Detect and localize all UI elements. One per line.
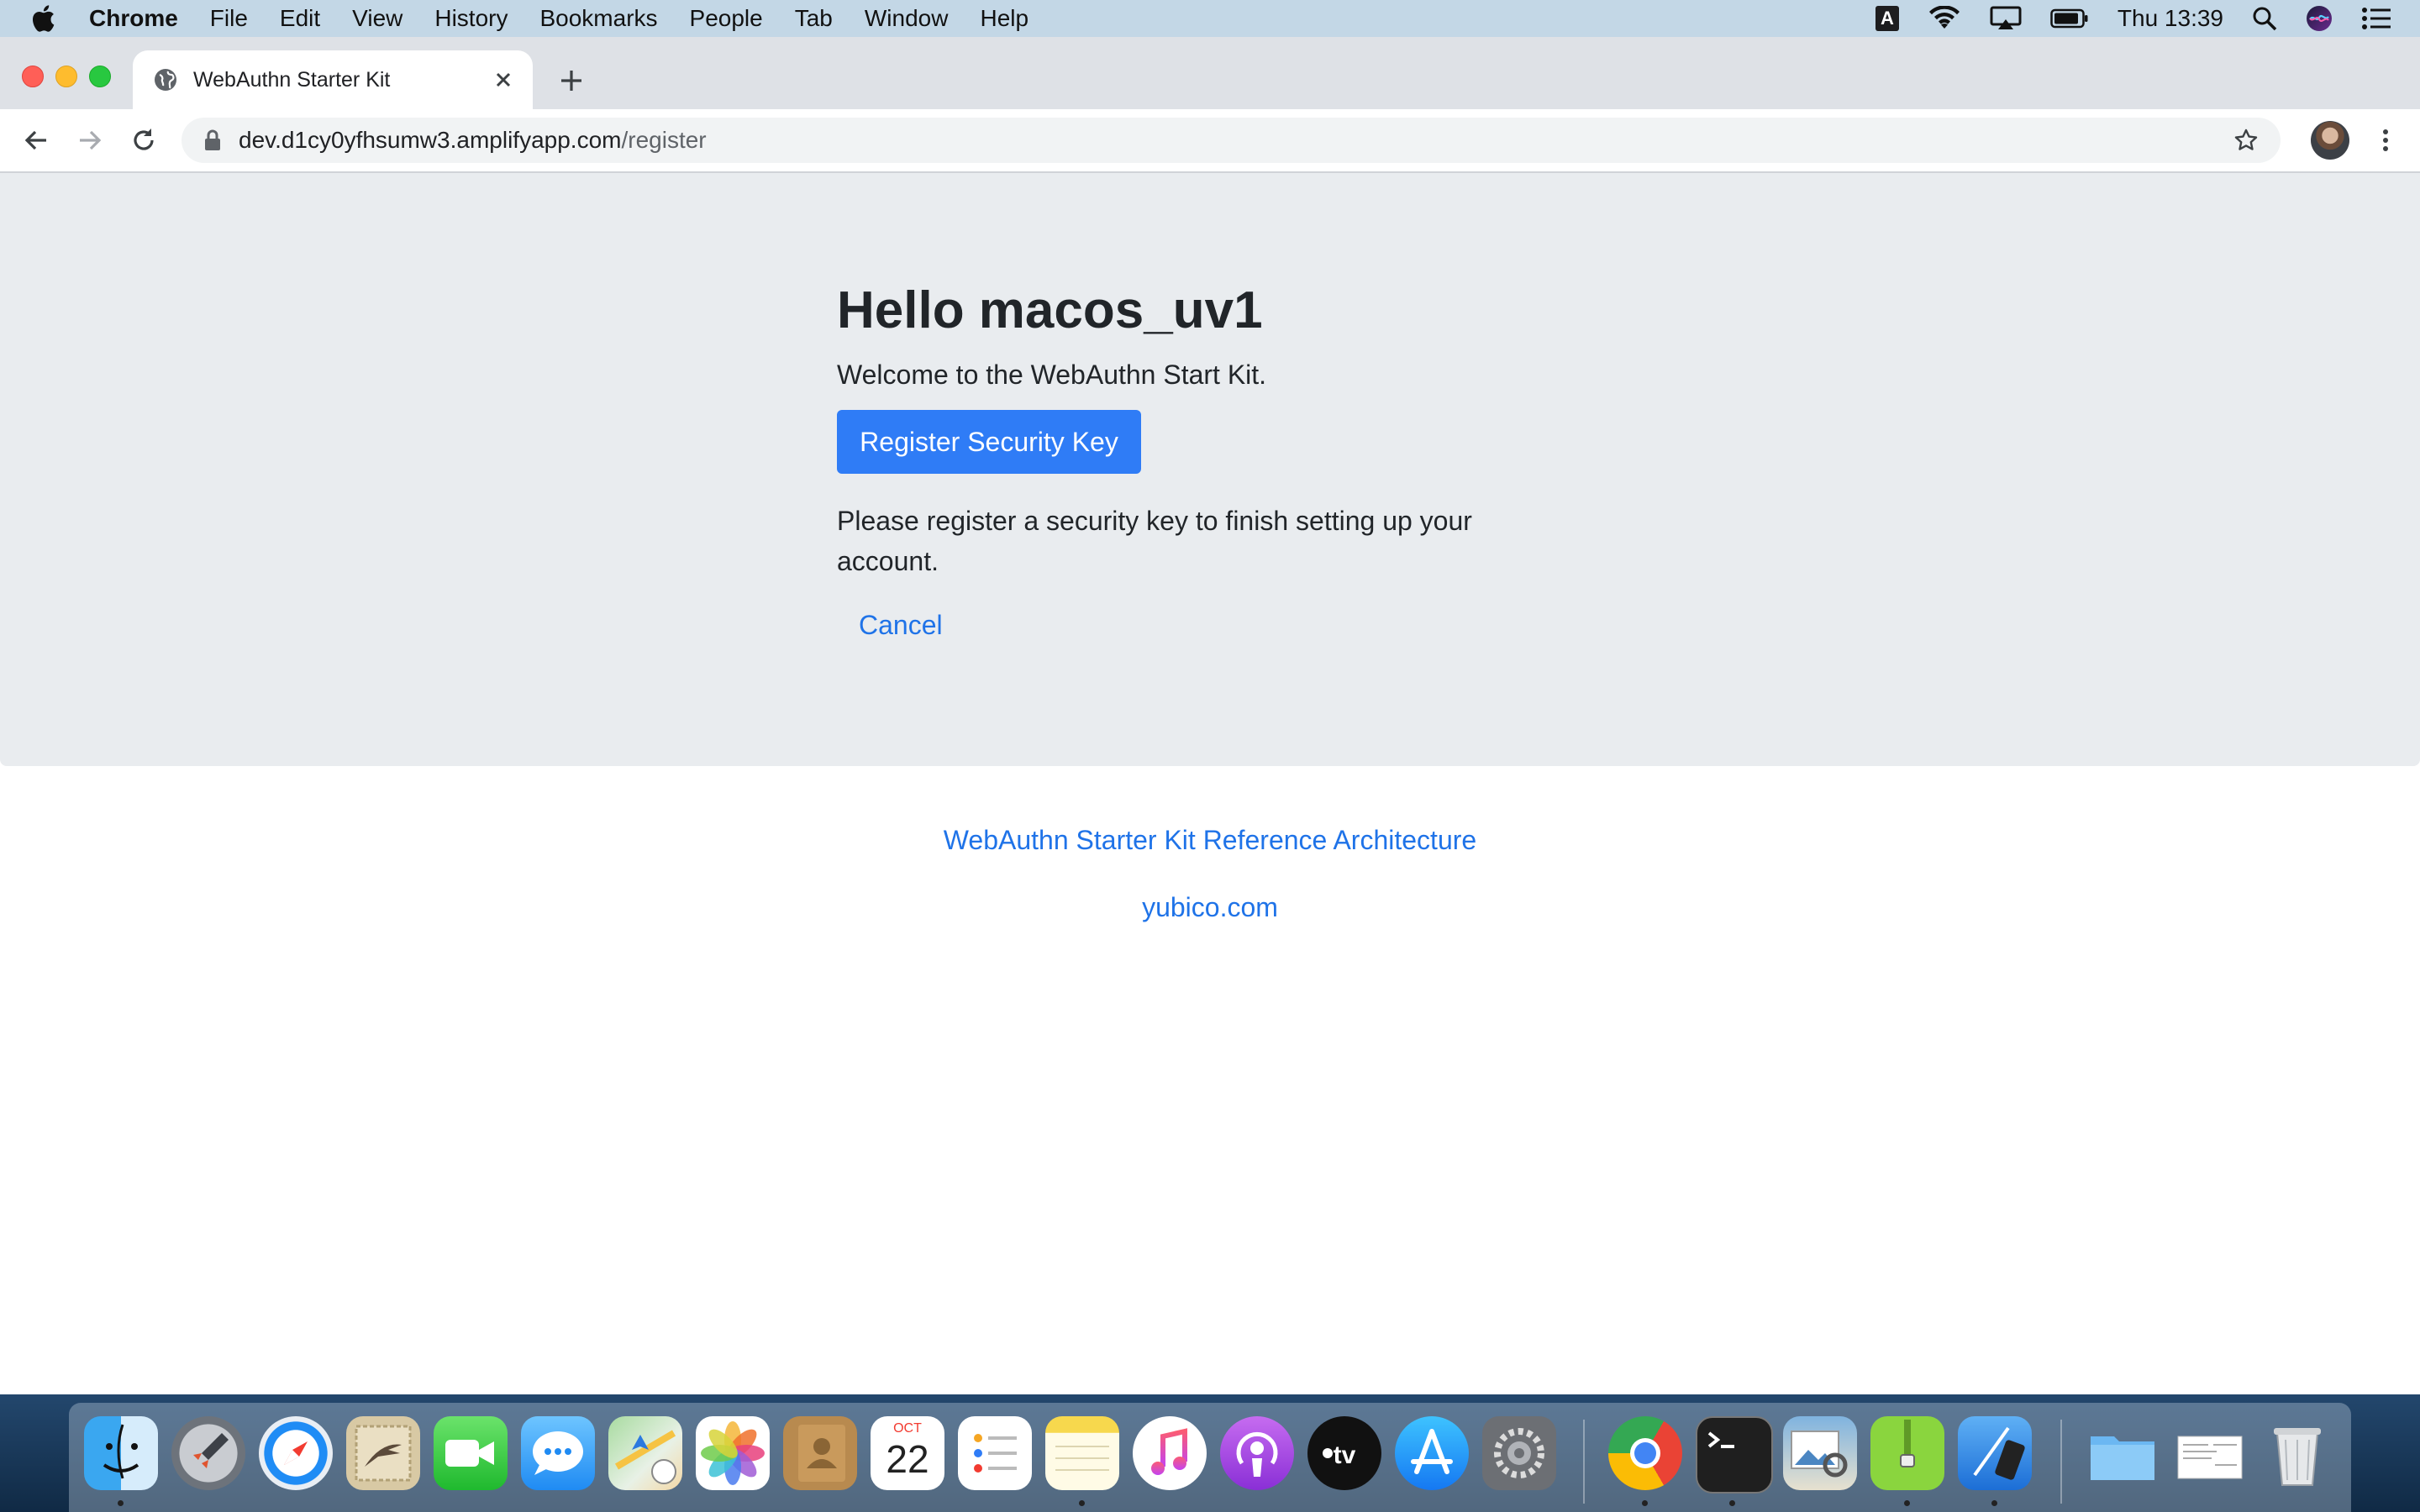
documents-stack-icon[interactable] [2173, 1416, 2247, 1490]
bookmark-star-icon[interactable] [2233, 128, 2259, 153]
more-menu-icon[interactable] [2371, 126, 2400, 155]
menu-edit[interactable]: Edit [280, 5, 320, 32]
window-close-button[interactable] [22, 66, 44, 87]
launchpad-icon[interactable] [171, 1416, 245, 1490]
address-bar[interactable]: dev.d1cy0yfhsumw3.amplifyapp.com/registe… [182, 118, 2281, 163]
browser-tab-active[interactable]: WebAuthn Starter Kit [133, 50, 533, 109]
reload-icon[interactable] [129, 126, 158, 155]
xcode-running-indicator [1991, 1500, 1997, 1506]
instructions-text: Please register a security key to finish… [837, 506, 1472, 576]
browser-toolbar: dev.d1cy0yfhsumw3.amplifyapp.com/registe… [0, 109, 2420, 173]
archive-utility-icon[interactable] [1870, 1416, 1944, 1490]
notes-running-indicator [1079, 1500, 1085, 1506]
chrome-running-indicator [1642, 1500, 1648, 1506]
macos-menu-bar: Chrome File Edit View History Bookmarks … [0, 0, 2420, 37]
terminal-icon[interactable] [1696, 1416, 1773, 1494]
menu-file[interactable]: File [210, 5, 248, 32]
notification-center-icon[interactable] [2361, 7, 2391, 30]
downloads-folder-icon[interactable] [2086, 1416, 2160, 1490]
url-path: /register [621, 127, 707, 153]
menu-view[interactable]: View [352, 5, 402, 32]
menu-clock[interactable]: Thu 13:39 [2118, 5, 2223, 32]
dock-separator [1583, 1420, 1585, 1504]
archive-utility-running-indicator [1904, 1500, 1910, 1506]
yubico-link-text[interactable]: yubico.com [1142, 892, 1278, 922]
messages-icon[interactable] [521, 1416, 595, 1490]
calendar-day: 22 [886, 1437, 929, 1481]
photos-icon[interactable] [696, 1416, 770, 1490]
svg-text:tv: tv [1334, 1441, 1356, 1469]
calendar-month: OCT [893, 1421, 922, 1436]
menu-tab[interactable]: Tab [795, 5, 833, 32]
forward-arrow-icon[interactable] [76, 126, 104, 155]
window-minimize-button[interactable] [55, 66, 77, 87]
input-source-label: A [1875, 6, 1899, 31]
browser-tab-strip: WebAuthn Starter Kit [0, 37, 2420, 109]
page-heading: Hello macos_uv1 [837, 281, 1263, 339]
globe-icon [155, 69, 176, 91]
tab-title: WebAuthn Starter Kit [193, 67, 391, 92]
mail-icon[interactable] [346, 1416, 420, 1490]
music-icon[interactable] [1133, 1416, 1207, 1490]
trash-icon[interactable] [2260, 1416, 2334, 1490]
menu-history[interactable]: History [434, 5, 508, 32]
maps-icon[interactable] [608, 1416, 682, 1490]
url-text[interactable]: dev.d1cy0yfhsumw3.amplifyapp.com/registe… [239, 118, 707, 163]
calendar-icon[interactable]: OCT 22 [871, 1416, 944, 1490]
input-source-icon[interactable]: A [1875, 6, 1899, 31]
new-tab-plus-icon[interactable] [556, 66, 587, 96]
notes-icon[interactable] [1045, 1416, 1119, 1490]
back-arrow-icon[interactable] [22, 126, 50, 155]
system-preferences-icon[interactable] [1482, 1416, 1556, 1490]
app-store-icon[interactable] [1395, 1416, 1469, 1490]
register-security-key-button[interactable]: Register Security Key [837, 410, 1141, 474]
chrome-icon[interactable] [1608, 1416, 1682, 1490]
url-host: dev.d1cy0yfhsumw3.amplifyapp.com [239, 127, 622, 153]
spotlight-search-icon[interactable] [2252, 6, 2277, 31]
menu-people[interactable]: People [690, 5, 763, 32]
siri-icon[interactable] [2306, 5, 2333, 32]
jumbotron-panel: Hello macos_uv1 Welcome to the WebAuthn … [0, 173, 2420, 766]
terminal-running-indicator [1729, 1500, 1735, 1506]
wifi-icon[interactable] [1928, 6, 1961, 31]
menu-app-name[interactable]: Chrome [89, 5, 178, 32]
finder-icon[interactable] [84, 1416, 158, 1490]
apple-menu-icon[interactable] [30, 4, 64, 33]
airplay-icon[interactable] [1990, 6, 2022, 31]
welcome-text: Welcome to the WebAuthn Start Kit. [837, 360, 1267, 390]
reference-architecture-link-text[interactable]: WebAuthn Starter Kit Reference Architect… [944, 825, 1476, 855]
profile-avatar[interactable] [2311, 121, 2349, 160]
yubico-link: yubico.com [0, 892, 2420, 923]
finder-running-indicator [118, 1500, 124, 1506]
menu-window[interactable]: Window [865, 5, 949, 32]
lock-icon[interactable] [203, 129, 222, 151]
battery-icon[interactable] [2050, 8, 2089, 29]
xcode-icon[interactable] [1958, 1416, 2032, 1490]
preview-icon[interactable] [1783, 1416, 1857, 1490]
reminders-icon[interactable] [958, 1416, 1032, 1490]
apple-tv-icon[interactable]: tv [1307, 1416, 1381, 1490]
menu-bookmarks[interactable]: Bookmarks [539, 5, 657, 32]
web-page-content: Hello macos_uv1 Welcome to the WebAuthn … [0, 173, 2420, 1394]
dock-separator-2 [2060, 1420, 2062, 1504]
window-zoom-button[interactable] [89, 66, 111, 87]
facetime-icon[interactable] [434, 1416, 508, 1490]
podcasts-icon[interactable] [1220, 1416, 1294, 1490]
reference-architecture-link: WebAuthn Starter Kit Reference Architect… [0, 825, 2420, 856]
tab-close-icon[interactable] [491, 67, 516, 92]
menu-help[interactable]: Help [980, 5, 1028, 32]
cancel-link[interactable]: Cancel [859, 610, 943, 641]
contacts-icon[interactable] [783, 1416, 857, 1490]
status-menu-area: A Thu 13:39 [1875, 0, 2420, 37]
safari-icon[interactable] [259, 1416, 333, 1490]
